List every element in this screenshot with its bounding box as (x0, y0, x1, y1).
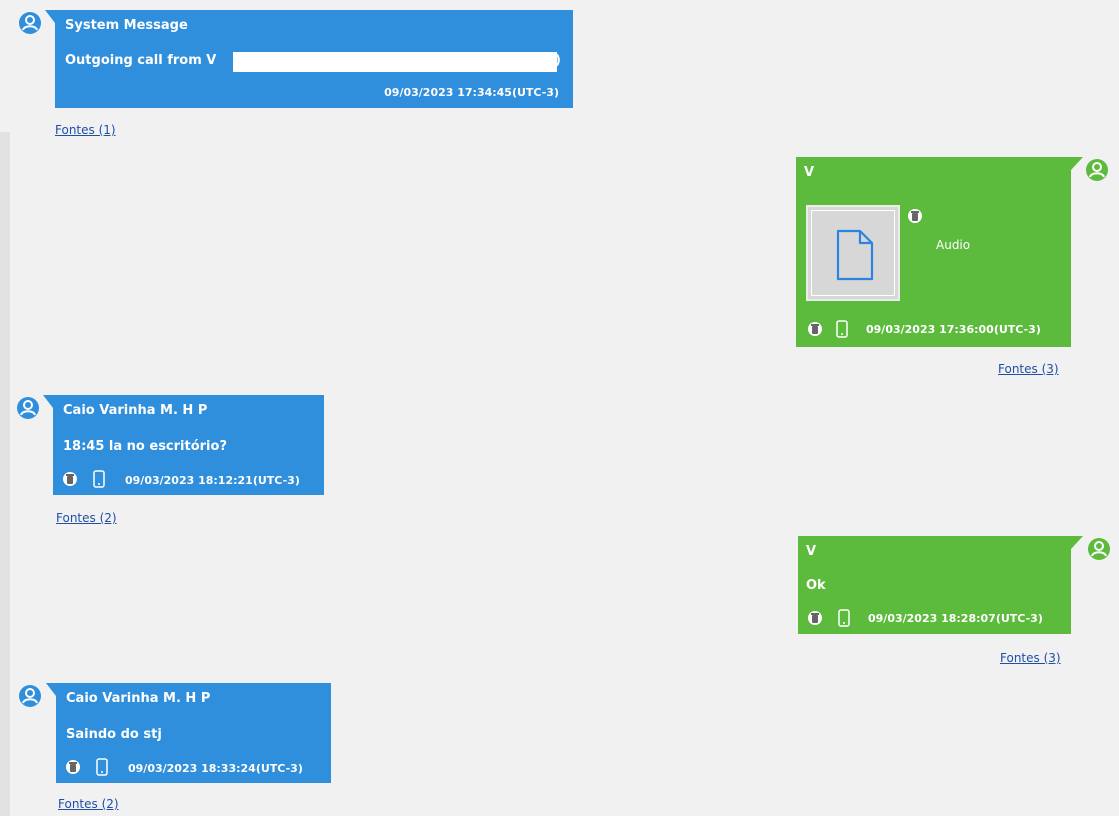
sender-name: System Message (65, 18, 188, 33)
file-icon (836, 229, 874, 281)
sender-name: Caio Varinha M. H P (63, 403, 208, 418)
message-bubble[interactable]: Caio Varinha M. H P 18:45 la no escritór… (43, 395, 324, 495)
user-avatar-icon (1086, 159, 1108, 181)
redaction-box (233, 52, 557, 72)
trash-icon (66, 760, 80, 774)
message-text: Outgoing call from V (65, 53, 217, 68)
attachment-label: Audio (936, 238, 971, 252)
sources-link[interactable]: Fontes (2) (58, 797, 119, 811)
sources-link[interactable]: Fontes (3) (1000, 651, 1061, 665)
message-text: Saindo do stj (66, 727, 162, 742)
message-bubble-system[interactable]: System Message Outgoing call from V ) 09… (45, 10, 573, 108)
message-timestamp: 09/03/2023 18:12:21(UTC-3) (125, 474, 300, 487)
sender-name: Caio Varinha M. H P (66, 691, 211, 706)
trash-icon (63, 472, 77, 486)
message-bubble-audio[interactable]: V Audio 09/03/2023 17:36:00(UTC-3) (796, 157, 1083, 347)
message-text: Ok (806, 578, 826, 593)
trash-icon (808, 322, 822, 336)
sources-link[interactable]: Fontes (3) (998, 362, 1059, 376)
attachment-thumbnail[interactable] (806, 205, 900, 301)
left-panel-edge (0, 132, 10, 816)
message-bubble[interactable]: Caio Varinha M. H P Saindo do stj 09/03/… (46, 683, 331, 783)
phone-device-icon (836, 320, 848, 338)
message-timestamp: 09/03/2023 17:34:45(UTC-3) (384, 86, 559, 99)
phone-device-icon (93, 470, 105, 488)
message-timestamp: 09/03/2023 17:36:00(UTC-3) (866, 323, 1041, 336)
phone-device-icon (96, 758, 108, 776)
user-avatar-icon (19, 685, 41, 707)
message-text-tail: ) (555, 53, 561, 68)
phone-device-icon (838, 609, 850, 627)
user-avatar-icon (1088, 538, 1110, 560)
trash-icon (908, 209, 922, 223)
sender-name: V (806, 544, 817, 559)
user-avatar-icon (17, 397, 39, 419)
user-avatar-icon (19, 12, 41, 34)
sources-link[interactable]: Fontes (1) (55, 123, 116, 137)
trash-icon (808, 611, 822, 625)
message-bubble[interactable]: V Ok 09/03/2023 18:28:07(UTC-3) (798, 536, 1083, 634)
sender-name: V (804, 165, 815, 180)
sources-link[interactable]: Fontes (2) (56, 511, 117, 525)
message-timestamp: 09/03/2023 18:33:24(UTC-3) (128, 762, 303, 775)
message-timestamp: 09/03/2023 18:28:07(UTC-3) (868, 612, 1043, 625)
message-text: 18:45 la no escritório? (63, 439, 227, 454)
